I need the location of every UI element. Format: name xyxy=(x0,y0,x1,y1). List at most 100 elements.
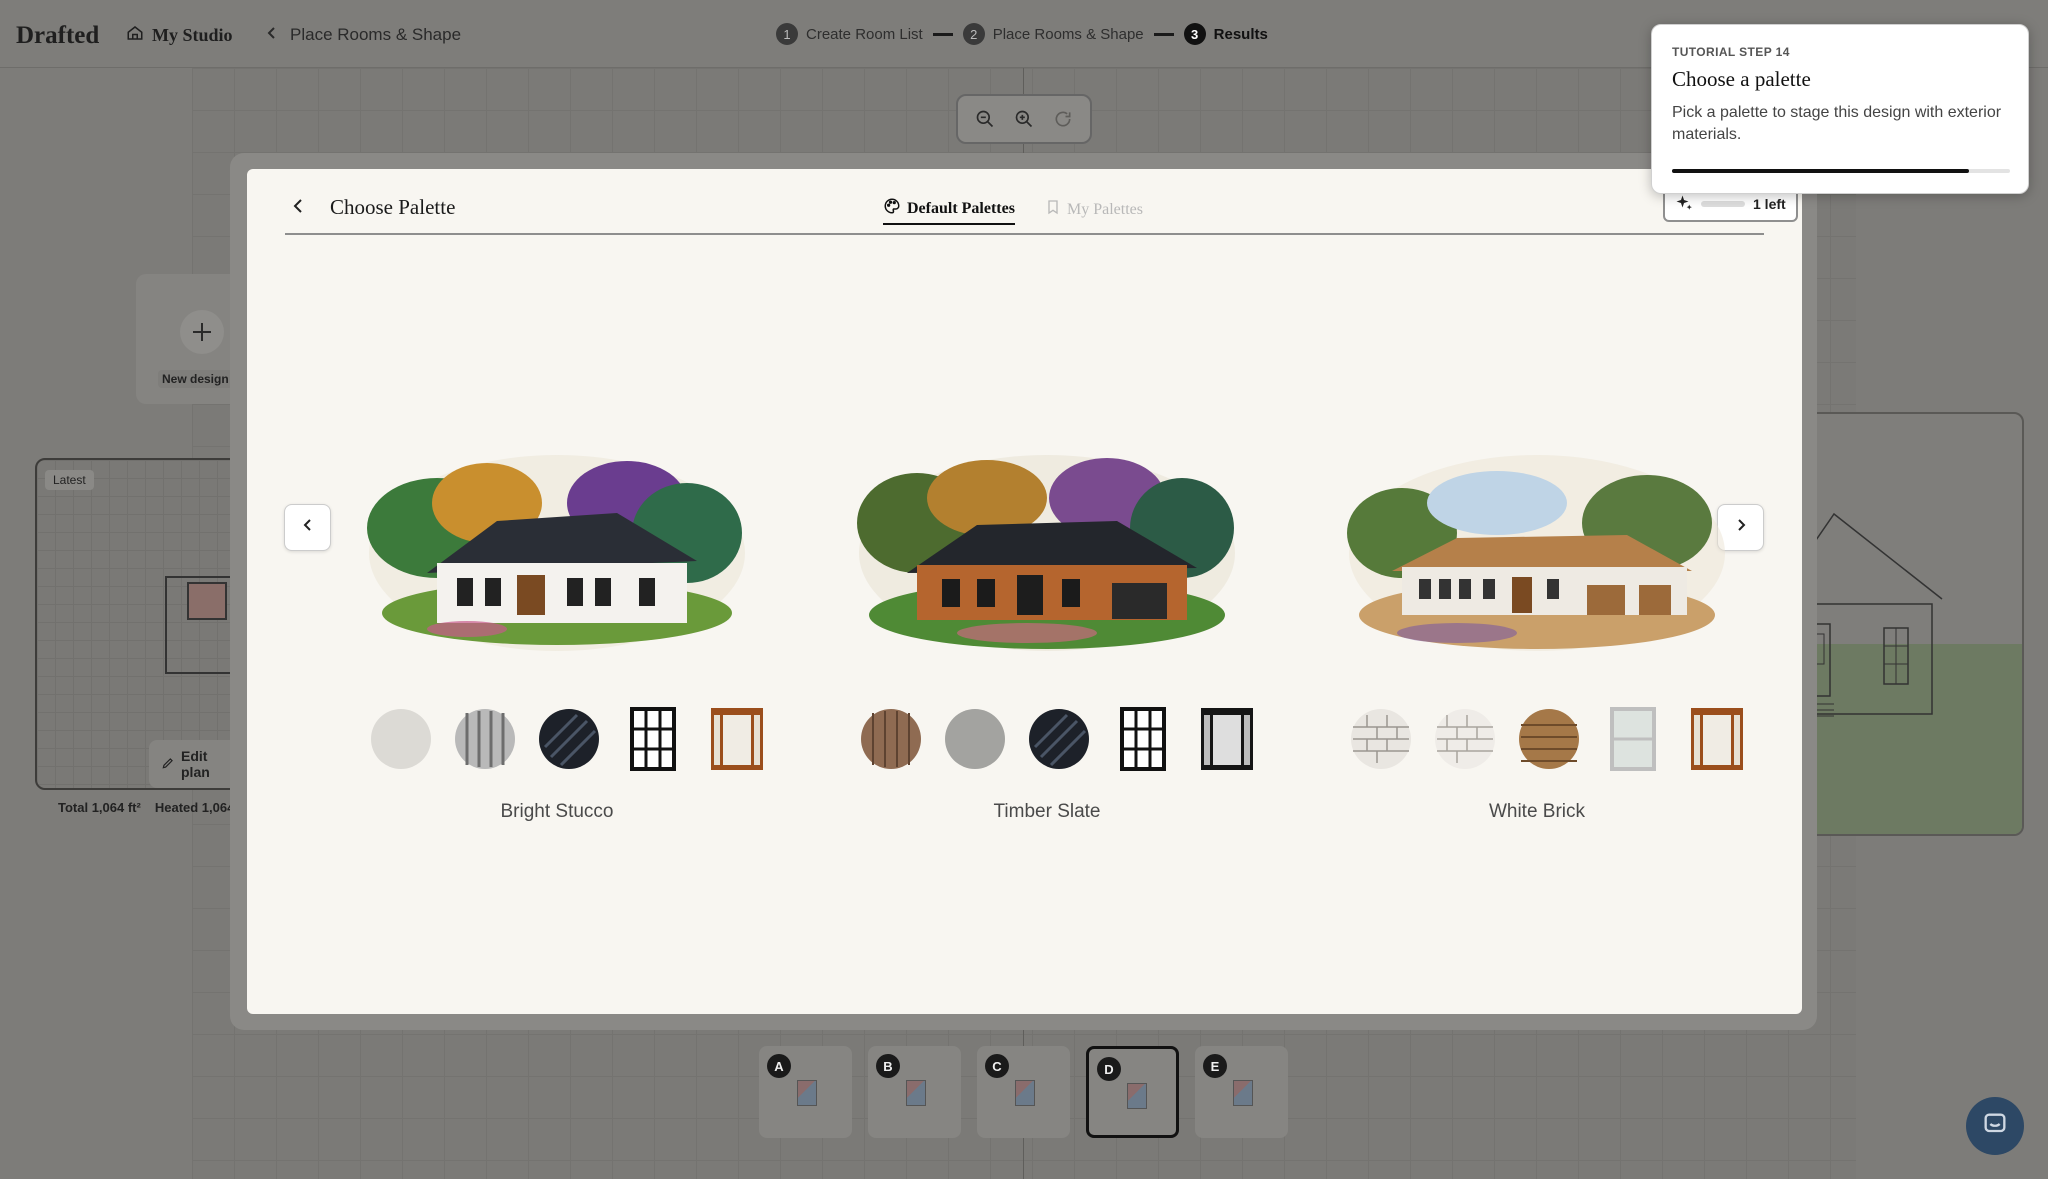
tutorial-body: Pick a palette to stage this design with… xyxy=(1672,104,2002,144)
plan-room xyxy=(187,582,227,620)
house-rendering-image xyxy=(1347,455,1725,651)
palette-icon xyxy=(883,197,901,220)
chevron-left-icon xyxy=(291,197,305,220)
step-3[interactable]: 3 Results xyxy=(1183,23,1268,45)
design-thumb-a[interactable]: A xyxy=(759,1046,852,1138)
step-number: 1 xyxy=(776,23,798,45)
design-thumb-b[interactable]: B xyxy=(868,1046,961,1138)
plan-thumbnail xyxy=(1015,1080,1035,1106)
modal-header: Choose Palette Default Palettes My Palet… xyxy=(285,186,1798,235)
house-elevation-drawing xyxy=(1782,512,2022,834)
window-black-grid-swatch xyxy=(1109,705,1176,772)
chat-icon xyxy=(1981,1110,2009,1143)
palette-card-bright-stucco[interactable]: Bright Stucco xyxy=(337,433,777,853)
tab-my-palettes[interactable]: My Palettes xyxy=(1045,197,1143,225)
stucco-white-swatch xyxy=(367,705,434,772)
design-thumb-e[interactable]: E xyxy=(1195,1046,1288,1138)
step-progress: 1 Create Room List 2 Place Rooms & Shape… xyxy=(776,23,1268,45)
plan-thumbnail xyxy=(1127,1083,1147,1109)
palette-name: Timber Slate xyxy=(993,801,1101,822)
palette-carousel: Bright Stucco Timber Slate White Brick xyxy=(265,434,1784,854)
brick-white-light-swatch xyxy=(1431,705,1498,772)
design-thumb-d[interactable]: D xyxy=(1086,1046,1179,1138)
credits-bar xyxy=(1701,201,1745,207)
plus-icon xyxy=(180,310,224,354)
swatch-row xyxy=(857,705,1260,772)
variant-letter: B xyxy=(876,1054,900,1078)
tutorial-progress xyxy=(1672,169,2010,173)
window-black-grid-swatch xyxy=(619,705,686,772)
siding-gray-swatch xyxy=(451,705,518,772)
house-rendering-image xyxy=(857,455,1235,651)
roof-black-metal-swatch xyxy=(1025,705,1092,772)
door-black-glass-swatch xyxy=(1193,705,1260,772)
step-label: Place Rooms & Shape xyxy=(992,25,1144,43)
brick-white-swatch xyxy=(1347,705,1414,772)
latest-tag: Latest xyxy=(45,470,94,490)
variant-letter: C xyxy=(985,1054,1009,1078)
stucco-gray-swatch xyxy=(941,705,1008,772)
step-number: 2 xyxy=(962,23,985,45)
edit-plan-label: Edit plan xyxy=(181,748,210,780)
logo[interactable]: Drafted xyxy=(16,22,99,50)
door-wood-glass-swatch xyxy=(1683,705,1750,772)
wood-cedar-swatch xyxy=(857,705,924,772)
modal-title: Choose Palette xyxy=(330,195,456,219)
tab-label: My Palettes xyxy=(1066,200,1143,218)
tab-label: Default Palettes xyxy=(907,199,1015,217)
back-button[interactable] xyxy=(285,195,311,221)
latest-design-card[interactable]: Latest Edit plan xyxy=(35,458,250,790)
step-1[interactable]: 1 Create Room List xyxy=(776,23,923,45)
palette-tabs: Default Palettes My Palettes xyxy=(883,197,1143,225)
variant-letter: D xyxy=(1097,1057,1121,1081)
chat-button[interactable] xyxy=(1966,1097,2024,1155)
bookmark-icon xyxy=(1045,198,1061,221)
variant-letter: E xyxy=(1203,1054,1227,1078)
roof-black-metal-swatch xyxy=(535,705,602,772)
variant-letter: A xyxy=(767,1054,791,1078)
heated-area: Heated 1,064 xyxy=(154,800,235,815)
breadcrumb-label: Place Rooms & Shape xyxy=(290,25,462,44)
chevron-left-icon xyxy=(266,25,278,45)
shingle-brown-swatch xyxy=(1515,705,1582,772)
pencil-icon xyxy=(161,756,175,773)
zoom-in-icon[interactable] xyxy=(1009,104,1039,134)
plan-thumbnail xyxy=(1233,1080,1253,1106)
door-wood-glass-swatch xyxy=(703,705,770,772)
floor-plan-preview xyxy=(165,576,239,674)
plan-thumbnail xyxy=(797,1080,817,1106)
design-variants: A B C D E xyxy=(759,1046,1288,1138)
swatch-row xyxy=(367,705,770,772)
credits-label: 1 left xyxy=(1753,196,1786,212)
house-rendering-image xyxy=(367,455,745,651)
zoom-out-icon[interactable] xyxy=(970,104,1000,134)
step-number: 3 xyxy=(1183,23,1206,45)
breadcrumb[interactable]: Place Rooms & Shape xyxy=(266,25,461,45)
reset-view-icon[interactable] xyxy=(1048,104,1078,134)
step-label: Results xyxy=(1213,25,1268,43)
new-design-label: New design xyxy=(158,370,233,388)
step-divider xyxy=(1153,32,1174,36)
total-area: Total 1,064 ft² xyxy=(58,800,141,815)
plan-thumbnail xyxy=(906,1080,926,1106)
design-thumb-c[interactable]: C xyxy=(977,1046,1070,1138)
tab-default-palettes[interactable]: Default Palettes xyxy=(883,197,1015,225)
swatch-row xyxy=(1347,705,1750,772)
tutorial-popover: TUTORIAL STEP 14 Choose a palette Pick a… xyxy=(1651,24,2029,194)
palette-name: White Brick xyxy=(1488,801,1586,822)
tutorial-step-label: TUTORIAL STEP 14 xyxy=(1672,45,1790,59)
zoom-toolbar xyxy=(956,94,1092,144)
my-studio-link[interactable]: My Studio xyxy=(126,24,233,47)
tutorial-title: Choose a palette xyxy=(1672,67,1811,91)
home-icon xyxy=(126,24,144,47)
palette-name: Bright Stucco xyxy=(500,801,614,822)
palette-card-white-brick[interactable]: White Brick xyxy=(1317,433,1757,853)
step-divider xyxy=(932,32,953,36)
step-2[interactable]: 2 Place Rooms & Shape xyxy=(962,23,1144,45)
choose-palette-modal: Choose Palette Default Palettes My Palet… xyxy=(247,169,1802,1014)
step-label: Create Room List xyxy=(806,25,923,43)
window-white-swatch xyxy=(1599,705,1666,772)
plan-stats: Total 1,064 ft² Heated 1,064 xyxy=(58,800,234,815)
palette-card-timber-slate[interactable]: Timber Slate xyxy=(827,433,1267,853)
tutorial-progress-fill xyxy=(1672,169,1970,173)
